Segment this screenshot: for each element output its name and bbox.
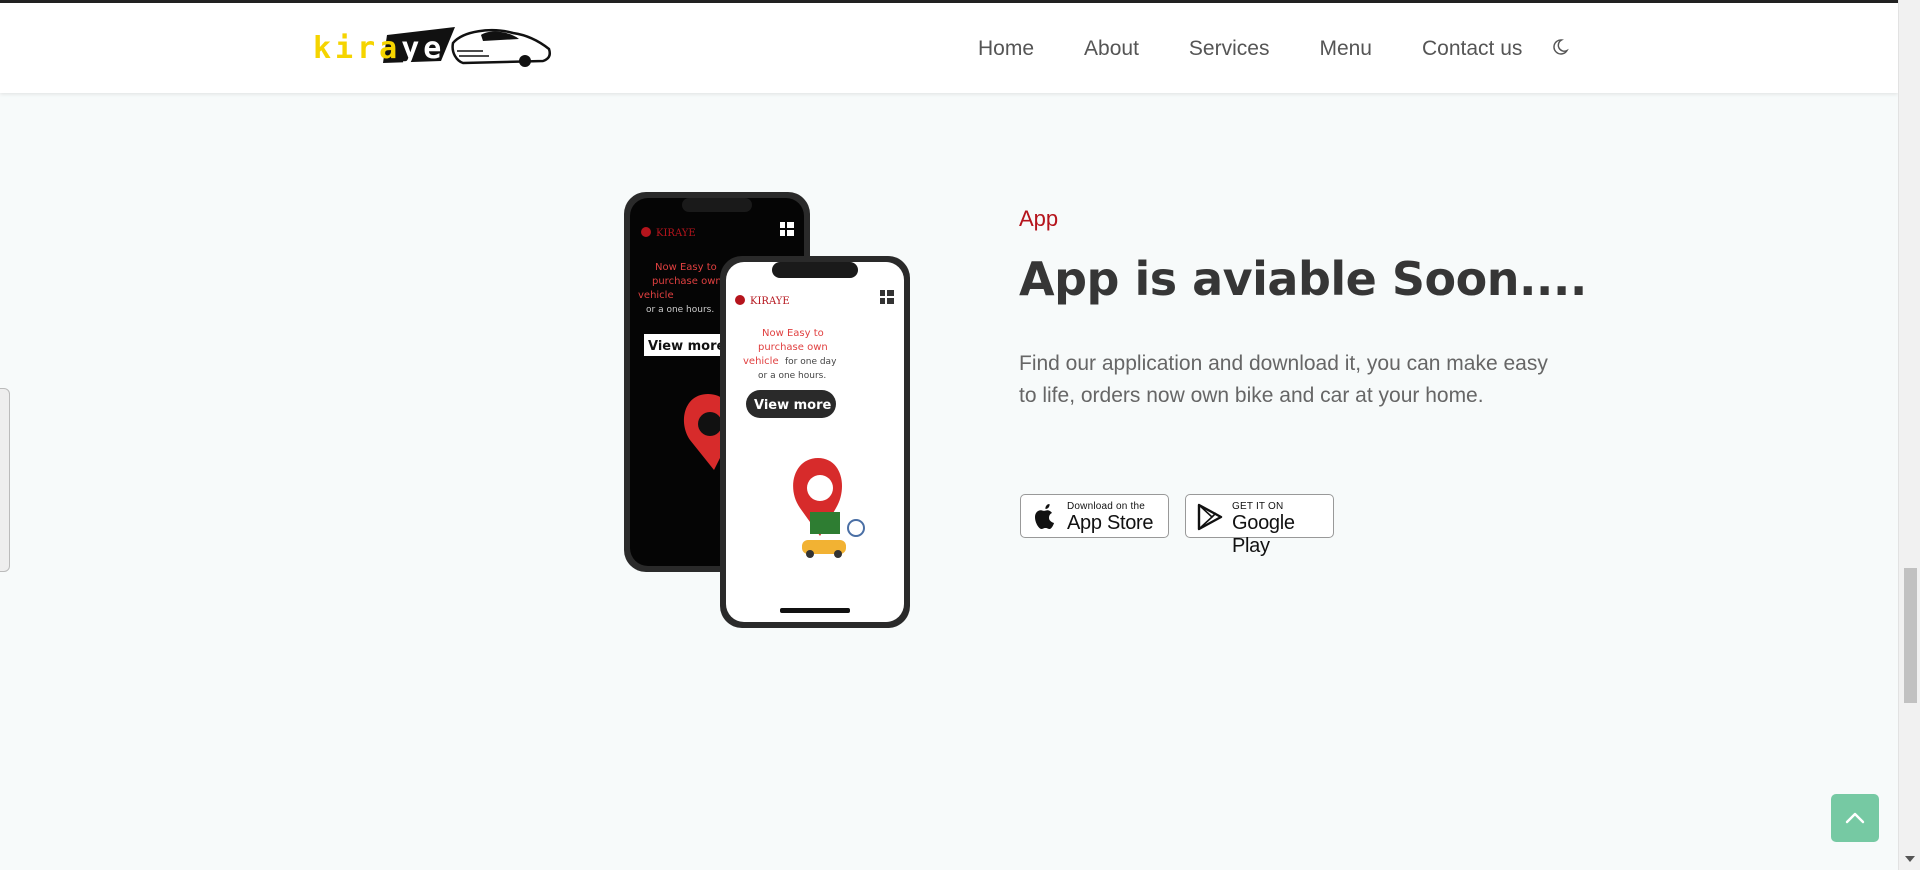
nav-menu[interactable]: Menu (1319, 37, 1372, 61)
google-play-button[interactable]: GET IT ON Google Play (1185, 494, 1334, 557)
moon-icon[interactable] (1552, 36, 1572, 56)
site-header: kiraye Home About Services Menu Contact … (0, 3, 1898, 93)
main-nav: Home About Services Menu Contact us (978, 37, 1572, 61)
svg-text:View more: View more (754, 398, 832, 413)
app-store-big-text: App Store (1067, 512, 1154, 534)
svg-text:View more: View more (648, 339, 726, 354)
section-title: App is aviable Soon.... (1019, 252, 1587, 306)
nav-home[interactable]: Home (978, 37, 1034, 61)
side-feedback-tab[interactable] (0, 388, 10, 572)
nav-services[interactable]: Services (1189, 37, 1270, 61)
logo-text-white: ye (401, 31, 446, 66)
app-store-button[interactable]: Download on the App Store (1020, 494, 1169, 538)
section-label: App (1019, 206, 1059, 231)
app-phones-illustration: KIRAYE Now Easy to purchase own vehicle … (622, 190, 912, 630)
front-phone-brand: KIRAYE (750, 296, 790, 307)
svg-text:or a one hours.: or a one hours. (646, 305, 714, 315)
svg-text:for one day: for one day (785, 357, 837, 367)
svg-text:vehicle: vehicle (638, 290, 674, 301)
back-phone-brand: KIRAYE (656, 228, 696, 239)
logo-text: kiraye (313, 31, 445, 66)
store-buttons: Download on the App Store GET IT ON Goog… (1020, 494, 1350, 557)
page-scrollbar[interactable] (1898, 0, 1920, 870)
chevron-up-icon (1845, 812, 1865, 824)
google-play-small-text: GET IT ON (1232, 501, 1284, 512)
scroll-down-arrow[interactable] (1905, 856, 1915, 862)
section-description: Find our application and download it, yo… (1019, 352, 1548, 407)
app-store-small-text: Download on the (1067, 501, 1146, 512)
play-icon (1197, 503, 1223, 531)
svg-text:or a one hours.: or a one hours. (758, 371, 826, 381)
logo-text-yellow: kira (313, 31, 402, 66)
back-to-top-button[interactable] (1831, 794, 1879, 842)
logo[interactable]: kiraye (313, 23, 553, 71)
svg-text:purchase own: purchase own (652, 276, 722, 287)
google-play-big-text: Google Play (1232, 512, 1295, 557)
svg-text:Now Easy to: Now Easy to (655, 262, 717, 273)
svg-text:vehicle: vehicle (743, 356, 779, 367)
svg-text:purchase own: purchase own (758, 342, 828, 353)
svg-text:Now Easy to: Now Easy to (762, 328, 824, 339)
nav-contact-us[interactable]: Contact us (1422, 37, 1522, 61)
nav-about[interactable]: About (1084, 37, 1139, 61)
scrollbar-thumb[interactable] (1904, 568, 1917, 703)
apple-icon (1035, 504, 1054, 529)
